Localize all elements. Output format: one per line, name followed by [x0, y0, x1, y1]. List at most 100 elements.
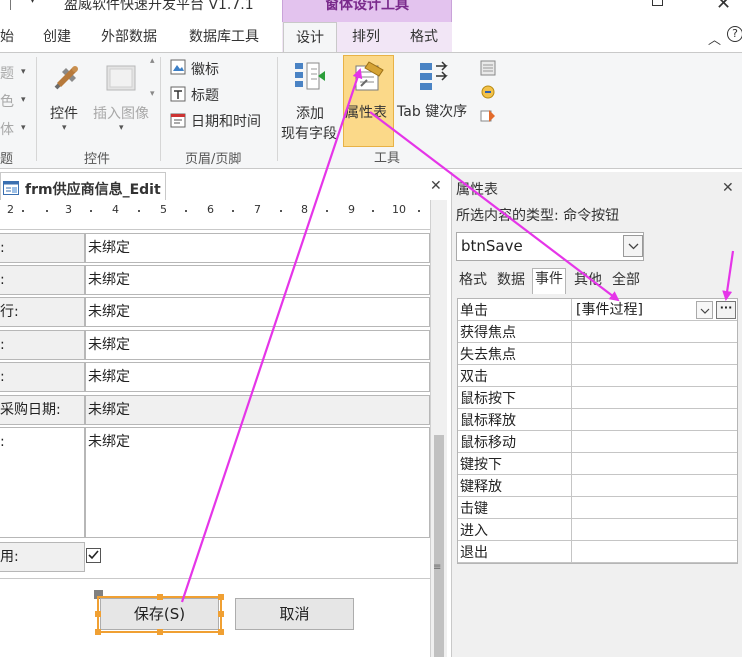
field-label[interactable]: :: [0, 233, 85, 263]
controls-button[interactable]: 控件: [50, 103, 78, 123]
date-time-button[interactable]: 日期和时间: [191, 111, 261, 131]
field-label[interactable]: :: [0, 330, 85, 360]
resize-handle[interactable]: [95, 629, 101, 635]
close-document-icon[interactable]: ✕: [430, 178, 442, 194]
tab-all-properties[interactable]: 全部: [610, 270, 642, 293]
on-click-value[interactable]: [事件过程]: [576, 300, 643, 320]
property-name: 键释放: [460, 479, 502, 495]
property-row[interactable]: [458, 365, 737, 387]
insert-image-button[interactable]: 插入图像: [93, 103, 149, 123]
title-icon[interactable]: [170, 86, 186, 106]
field-value[interactable]: 未绑定: [85, 362, 430, 392]
quick-access-dropdown-icon[interactable]: ▾: [30, 0, 35, 6]
field-value-memo[interactable]: 未绑定: [85, 427, 430, 538]
tab-order-button[interactable]: Tab 键次序: [397, 101, 467, 121]
help-icon[interactable]: ?: [727, 26, 742, 42]
controls-tools-icon[interactable]: [51, 63, 81, 97]
resize-handle[interactable]: [218, 611, 224, 617]
tab-format[interactable]: 格式: [410, 27, 438, 49]
ruler-number: 2: [7, 203, 14, 216]
tab-data-properties[interactable]: 数据: [495, 270, 527, 293]
ribbon-colors-item[interactable]: 色: [0, 91, 14, 111]
ruler-tick: [280, 210, 282, 212]
property-name: 获得焦点: [460, 325, 516, 341]
property-row[interactable]: [458, 519, 737, 541]
view-code-icon[interactable]: [480, 84, 496, 104]
close-property-sheet-icon[interactable]: ✕: [722, 180, 734, 196]
tab-event-properties[interactable]: 事件: [532, 268, 566, 294]
field-value[interactable]: 未绑定: [85, 297, 430, 327]
field-value[interactable]: 未绑定: [85, 233, 430, 263]
chevron-down-icon[interactable]: [623, 235, 643, 257]
ribbon-fonts-item[interactable]: 体: [0, 119, 14, 139]
ribbon-separator: [160, 57, 161, 161]
logo-button[interactable]: 徽标: [191, 59, 219, 79]
enabled-checkbox[interactable]: [86, 548, 101, 563]
tab-format-properties[interactable]: 格式: [457, 270, 489, 293]
logo-icon[interactable]: [170, 59, 186, 79]
tab-arrange[interactable]: 排列: [352, 27, 380, 49]
property-row[interactable]: [458, 497, 737, 519]
close-window-icon[interactable]: ✕: [716, 0, 731, 14]
checkbox-field-label[interactable]: 用:: [0, 542, 85, 572]
resize-handle[interactable]: [218, 594, 224, 600]
object-selector[interactable]: btnSave: [456, 232, 644, 261]
convert-macros-icon[interactable]: [480, 108, 496, 128]
property-sheet-label: 属性表: [345, 105, 387, 121]
resize-handle[interactable]: [157, 594, 163, 600]
builder-button[interactable]: ···: [716, 301, 736, 319]
field-value[interactable]: 未绑定: [85, 330, 430, 360]
field-label[interactable]: 行:: [0, 297, 85, 327]
scrollbar-thumb[interactable]: [434, 435, 444, 657]
date-time-icon[interactable]: [170, 112, 186, 132]
property-sheet-button[interactable]: 属性表: [343, 55, 394, 147]
property-name: 失去焦点: [460, 347, 516, 363]
ruler-number: 7: [254, 203, 261, 216]
resize-handle[interactable]: [218, 629, 224, 635]
title-button[interactable]: 标题: [191, 85, 219, 105]
resize-handle[interactable]: [95, 611, 101, 617]
document-tab-title: frm供应商信息_Edit: [25, 182, 161, 198]
chevron-down-icon: ▾: [21, 95, 26, 105]
field-label-purchase-date[interactable]: 采购日期:: [0, 395, 85, 425]
field-value-purchase-date[interactable]: 未绑定: [85, 395, 430, 425]
tab-create[interactable]: 创建: [43, 27, 71, 49]
minimize-icon[interactable]: [652, 0, 663, 6]
document-tab[interactable]: frm供应商信息_Edit: [0, 172, 166, 200]
chevron-down-icon[interactable]: [696, 301, 713, 319]
tab-external-data[interactable]: 外部数据: [101, 27, 157, 49]
tab-home[interactable]: 始: [0, 27, 14, 49]
field-label[interactable]: :: [0, 362, 85, 392]
add-existing-fields-label-1[interactable]: 添加: [296, 103, 324, 123]
collapse-ribbon-icon[interactable]: ︿: [708, 29, 721, 48]
insert-image-icon[interactable]: [106, 65, 136, 95]
subform-icon[interactable]: [480, 60, 496, 80]
ribbon-separator: [277, 57, 278, 161]
ruler-tick: [418, 210, 420, 212]
ruler-number: 10: [392, 203, 406, 216]
vertical-scrollbar[interactable]: ≡: [430, 200, 447, 657]
form-section-divider: [0, 578, 430, 579]
scrollbar-grip-icon: ≡: [433, 562, 442, 573]
title-bar: ▾ 盈威软件快速开发平台 V1.7.1 窗体设计工具 ✕: [0, 0, 742, 22]
tab-order-icon[interactable]: [418, 60, 450, 96]
scroll-up-icon[interactable]: ▴: [150, 56, 155, 66]
ruler-tick: [22, 210, 24, 212]
tab-database-tools[interactable]: 数据库工具: [189, 27, 259, 49]
property-row[interactable]: [458, 541, 737, 563]
tab-design[interactable]: 设计: [283, 22, 337, 53]
scroll-down-icon[interactable]: ▾: [150, 89, 155, 99]
field-label[interactable]: :: [0, 427, 85, 538]
ribbon-theme-item[interactable]: 题: [0, 63, 14, 83]
form-icon: [3, 181, 19, 199]
field-label[interactable]: :: [0, 265, 85, 295]
resize-handle[interactable]: [157, 629, 163, 635]
selection-type-label: 所选内容的类型: 命令按钮: [456, 208, 620, 224]
add-existing-fields-label-2[interactable]: 现有字段: [281, 123, 337, 143]
tab-other-properties[interactable]: 其他: [572, 270, 604, 293]
cancel-button[interactable]: 取消: [235, 598, 354, 630]
chevron-down-icon: ▾: [21, 123, 26, 133]
field-value[interactable]: 未绑定: [85, 265, 430, 295]
add-existing-fields-icon[interactable]: [294, 61, 326, 95]
ruler-tick: [90, 210, 92, 212]
